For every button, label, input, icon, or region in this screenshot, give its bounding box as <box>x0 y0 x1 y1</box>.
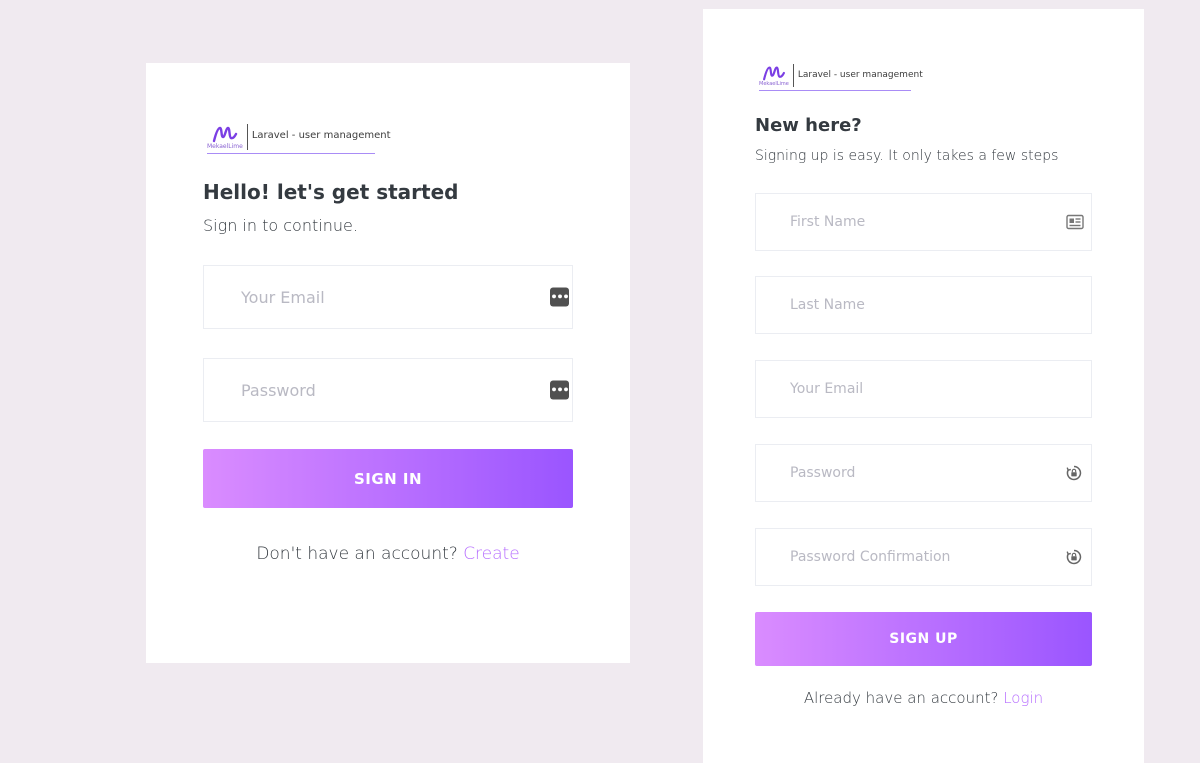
signup-title: New here? <box>755 115 862 136</box>
login-link[interactable]: Login <box>1003 689 1043 707</box>
last-name-field <box>755 276 1092 334</box>
lock-icon <box>1066 465 1082 481</box>
logo-mark: MekaelLime <box>759 64 794 87</box>
create-account-link[interactable]: Create <box>463 544 520 564</box>
signup-password-field <box>755 444 1092 502</box>
app-name: Laravel - user management <box>797 70 923 80</box>
signup-email-field <box>755 360 1092 418</box>
logo-m-icon <box>212 126 238 143</box>
first-name-input[interactable] <box>756 194 1091 250</box>
logo-subtext: MekaelLime <box>759 81 789 87</box>
email-input[interactable] <box>204 266 572 328</box>
logo-subtext: MekaelLime <box>207 143 243 150</box>
email-field: ••• <box>203 265 573 329</box>
password-confirmation-field <box>755 528 1092 586</box>
last-name-input[interactable] <box>756 277 1091 333</box>
sign-in-button[interactable]: SIGN IN <box>203 449 573 508</box>
password-confirmation-input[interactable] <box>756 529 1091 585</box>
signin-title: Hello! let's get started <box>203 180 459 204</box>
signup-footer: Already have an account? Login <box>703 689 1144 707</box>
password-field: ••• <box>203 358 573 422</box>
signin-footer-text: Don't have an account? <box>256 544 458 564</box>
signup-password-input[interactable] <box>756 445 1091 501</box>
sign-up-button[interactable]: SIGN UP <box>755 612 1092 666</box>
signin-card: MekaelLime Laravel - user management Hel… <box>146 63 630 663</box>
id-card-icon <box>1066 214 1084 230</box>
dots-icon: ••• <box>550 287 570 307</box>
password-input[interactable] <box>204 359 572 421</box>
signin-subtitle: Sign in to continue. <box>203 216 358 235</box>
brand-logo: MekaelLime Laravel - user management <box>207 124 391 154</box>
brand-logo: MekaelLime Laravel - user management <box>759 64 923 91</box>
logo-m-icon <box>762 66 785 81</box>
logo-mark: MekaelLime <box>207 124 248 150</box>
signup-subtitle: Signing up is easy. It only takes a few … <box>755 148 1059 164</box>
first-name-field <box>755 193 1092 251</box>
signup-footer-text: Already have an account? <box>803 689 999 707</box>
signin-footer: Don't have an account? Create <box>146 544 630 564</box>
signup-card: MekaelLime Laravel - user management New… <box>703 9 1144 763</box>
app-name: Laravel - user management <box>251 130 391 141</box>
signup-email-input[interactable] <box>756 361 1091 417</box>
dots-icon: ••• <box>550 380 570 400</box>
lock-icon <box>1066 549 1082 565</box>
